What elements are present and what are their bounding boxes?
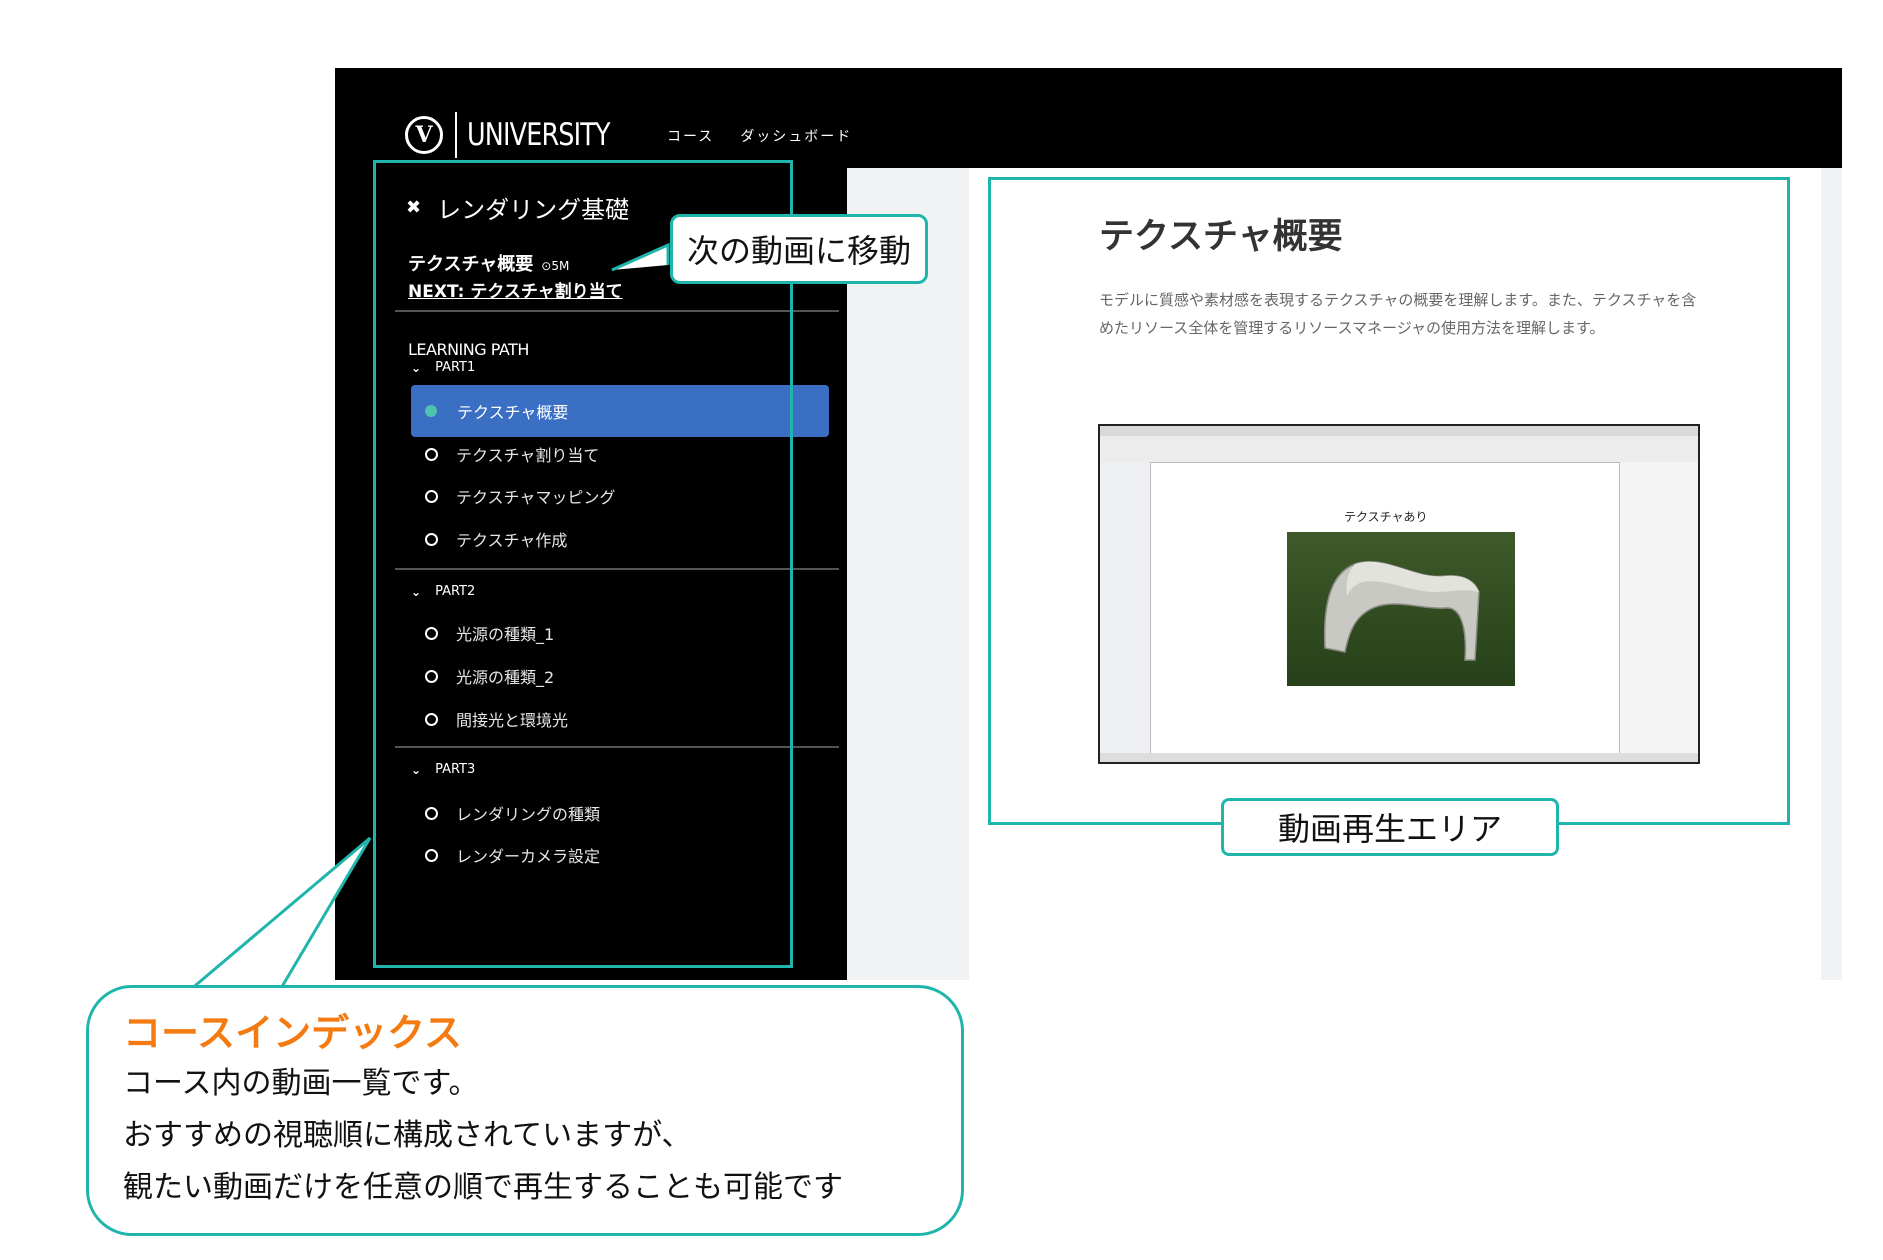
course-index-callout: コースインデックス コース内の動画一覧です。 おすすめの視聴順に構成されています… <box>86 985 964 1236</box>
callout-line: おすすめの視聴順に構成されていますが、 <box>123 1118 692 1153</box>
next-video-callout: 次の動画に移動 <box>670 214 928 284</box>
callout-line: コース内の動画一覧です。 <box>123 1066 479 1101</box>
video-area-callout: 動画再生エリア <box>1221 798 1559 856</box>
callout-line: 観たい動画だけを任意の順で再生することも可能です <box>123 1170 843 1205</box>
callout-title: コースインデックス <box>123 1011 462 1055</box>
